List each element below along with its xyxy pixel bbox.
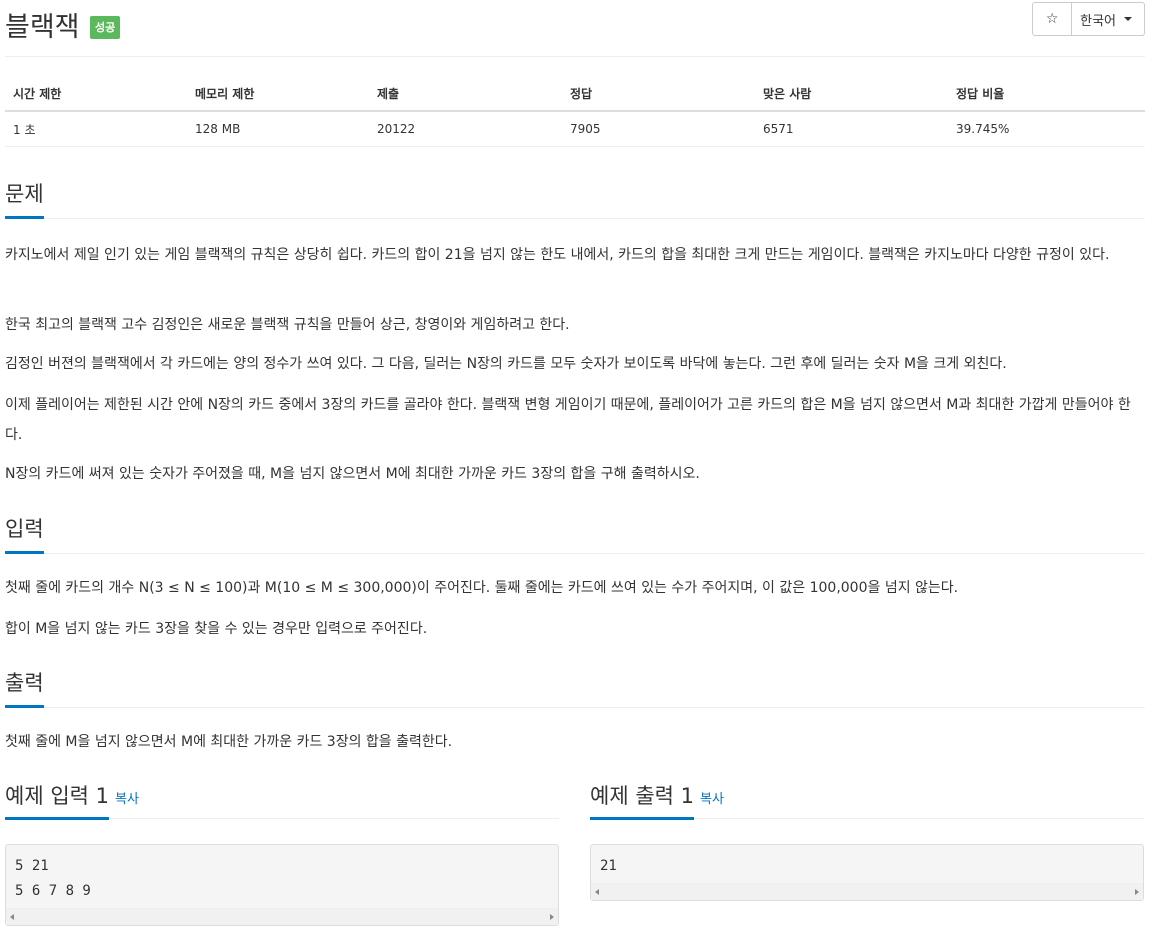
table-header: 제출	[369, 76, 562, 112]
horizontal-scrollbar[interactable]	[6, 908, 558, 925]
section-heading: 입력	[5, 513, 44, 554]
status-badge: 성공	[90, 16, 121, 39]
table-cell: 7905	[562, 111, 755, 147]
problem-paragraph: N장의 카드에 써져 있는 숫자가 주어졌을 때, M을 넘지 않으면서 M에 …	[5, 466, 700, 482]
output-paragraph: 첫째 줄에 M을 넘지 않으면서 M에 최대한 가까운 카드 3장의 합을 출력…	[5, 734, 453, 750]
scroll-right-icon[interactable]	[1135, 889, 1139, 895]
table-cell: 20122	[369, 111, 562, 147]
sample-input-box[interactable]: 5 21 5 6 7 8 9	[5, 844, 559, 926]
copy-input-button[interactable]: 복사	[115, 792, 139, 807]
table-header: 시간 제한	[5, 76, 187, 112]
sample-input-section: 예제 입력 1 복사 5 21 5 6 7 8 9	[5, 780, 559, 926]
input-section-title: 입력	[5, 513, 1145, 554]
page-title: 블랙잭	[5, 12, 80, 43]
sample-output-section: 예제 출력 1 복사 21	[590, 780, 1144, 901]
copy-output-button[interactable]: 복사	[700, 792, 724, 807]
input-paragraph: 합이 M을 넘지 않는 카드 3장을 찾을 수 있는 경우만 입력으로 주어진다…	[5, 621, 428, 637]
sample-input-header: 예제 입력 1 복사	[5, 780, 559, 820]
table-cell: 1 초	[5, 111, 187, 147]
sample-input-title: 예제 입력 1	[5, 780, 109, 820]
scroll-right-icon[interactable]	[550, 914, 554, 920]
problem-paragraph: 이제 플레이어는 제한된 시간 안에 N장의 카드 중에서 3장의 카드를 골라…	[5, 397, 1131, 443]
problem-paragraph: 김정인 버젼의 블랙잭에서 각 카드에는 양의 정수가 쓰여 있다. 그 다음,…	[5, 356, 1007, 372]
table-header: 메모리 제한	[187, 76, 369, 112]
scroll-left-icon[interactable]	[10, 914, 14, 920]
table-header: 맞은 사람	[755, 76, 948, 112]
star-button[interactable]: ☆	[1033, 3, 1073, 35]
output-section-title: 출력	[5, 667, 1145, 708]
table-cell: 128 MB	[187, 111, 369, 147]
star-icon: ☆	[1045, 11, 1059, 27]
sample-output-title: 예제 출력 1	[590, 780, 694, 820]
horizontal-scrollbar[interactable]	[591, 883, 1143, 900]
page-header: 블랙잭 성공 ☆ 한국어	[5, 0, 1145, 57]
table-header: 정답	[562, 76, 755, 112]
section-heading: 출력	[5, 667, 44, 708]
table-row: 1 초 128 MB 20122 7905 6571 39.745%	[5, 111, 1145, 147]
header-actions: ☆ 한국어	[1032, 2, 1145, 36]
scroll-left-icon[interactable]	[595, 889, 599, 895]
problem-paragraph: 카지노에서 제일 인기 있는 게임 블랙잭의 규칙은 상당히 쉽다. 카드의 합…	[5, 247, 1110, 263]
sample-output-text: 21	[600, 858, 617, 874]
input-paragraph: 첫째 줄에 카드의 개수 N(3 ≤ N ≤ 100)과 M(10 ≤ M ≤ …	[5, 580, 959, 596]
problem-paragraph: 한국 최고의 블랙잭 고수 김정인은 새로운 블랙잭 규칙을 만들어 상근, 창…	[5, 317, 570, 333]
table-header: 정답 비율	[948, 76, 1145, 112]
chevron-down-icon	[1124, 17, 1132, 21]
language-dropdown[interactable]: 한국어	[1072, 3, 1144, 35]
sample-output-box[interactable]: 21	[590, 844, 1144, 901]
problem-info-table: 시간 제한 메모리 제한 제출 정답 맞은 사람 정답 비율 1 초 128 M…	[5, 76, 1145, 147]
table-header-row: 시간 제한 메모리 제한 제출 정답 맞은 사람 정답 비율	[5, 76, 1145, 112]
sample-input-text: 5 21 5 6 7 8 9	[15, 858, 91, 899]
table-cell: 6571	[755, 111, 948, 147]
sample-output-header: 예제 출력 1 복사	[590, 780, 1144, 820]
section-heading: 문제	[5, 178, 44, 219]
language-label: 한국어	[1080, 13, 1116, 29]
problem-section-title: 문제	[5, 178, 1145, 219]
table-cell: 39.745%	[948, 111, 1145, 147]
